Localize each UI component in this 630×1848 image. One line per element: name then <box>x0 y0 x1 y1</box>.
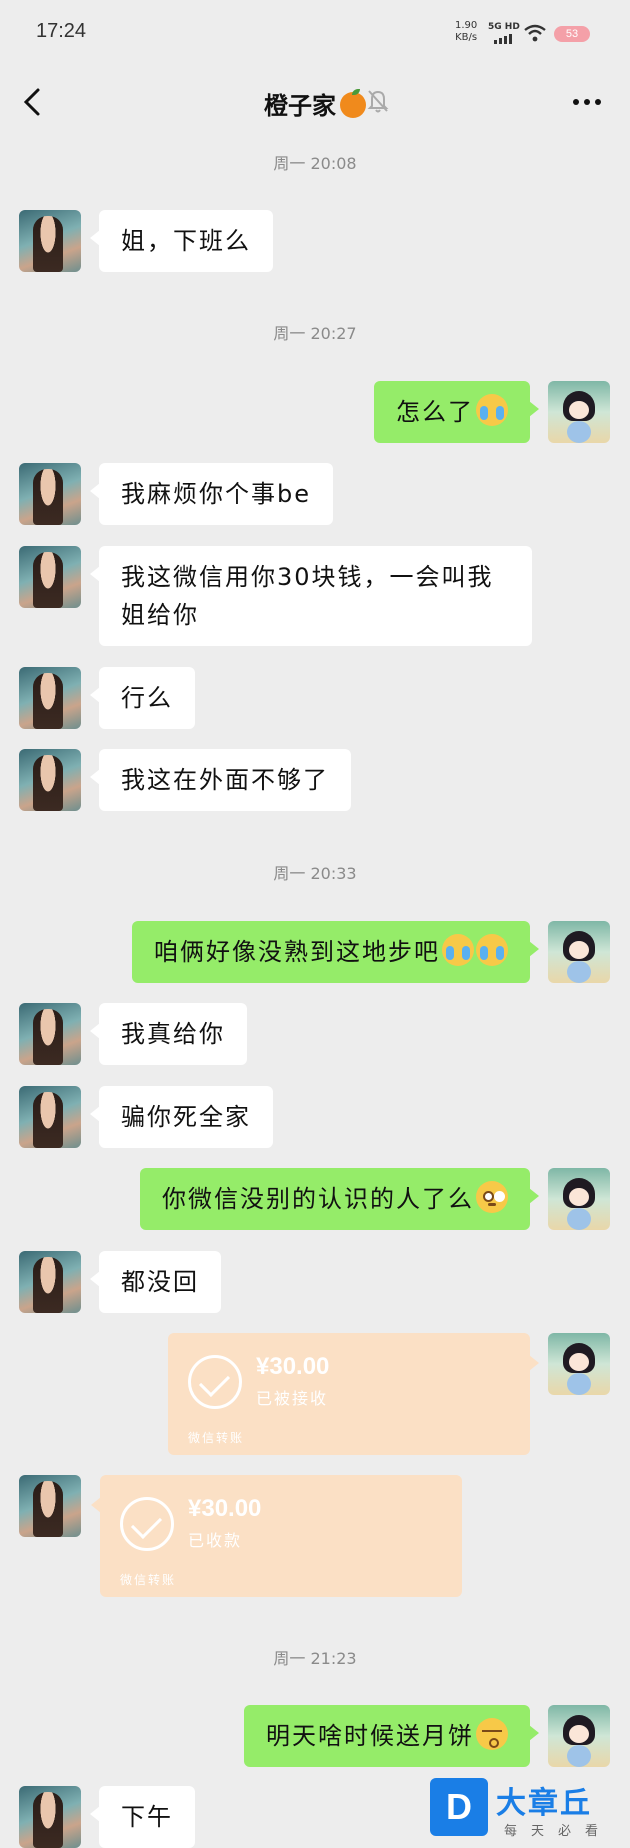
message-text: 我真给你 <box>121 1020 225 1048</box>
transfer-card-outgoing[interactable]: ¥30.00 已被接收 微信转账 <box>168 1333 539 1455</box>
avatar-sender[interactable] <box>19 749 81 811</box>
avatar-sender[interactable] <box>19 546 81 608</box>
watermark: D 大章丘 每天必看 <box>430 1778 630 1848</box>
transfer-amount: ¥30.00 <box>188 1495 262 1522</box>
net-speed-value: 1.90 <box>455 20 478 31</box>
timestamp: 周一 21:23 <box>273 1649 357 1668</box>
transfer-footer: 微信转账 <box>120 1573 177 1587</box>
signal-icon <box>494 34 512 44</box>
watermark-name: 大章丘 <box>496 1786 592 1821</box>
message-bubble-outgoing[interactable]: 怎么了 <box>374 381 539 443</box>
message-text: 骗你死全家 <box>121 1103 251 1131</box>
cry-laugh-emoji-icon <box>476 934 508 966</box>
check-circle-icon <box>120 1497 174 1551</box>
message-bubble-incoming[interactable]: 下午 <box>90 1786 195 1848</box>
transfer-amount: ¥30.00 <box>256 1353 330 1380</box>
check-circle-icon <box>188 1355 242 1409</box>
chat-title-text: 橙子家 <box>264 92 336 120</box>
cry-laugh-emoji-icon <box>476 394 508 426</box>
avatar-sender[interactable] <box>19 1251 81 1313</box>
net-speed-unit: KB/s <box>455 32 478 43</box>
message-bubble-incoming[interactable]: 我麻烦你个事be <box>90 463 333 525</box>
battery-icon: 53 <box>554 26 590 42</box>
net-speed: 1.90 KB/s <box>455 20 477 44</box>
message-text: 我这在外面不够了 <box>121 766 329 794</box>
avatar-self[interactable] <box>548 1333 610 1395</box>
message-text: 怎么了 <box>396 398 474 426</box>
avatar-sender[interactable] <box>19 1086 81 1148</box>
avatar-self[interactable] <box>548 1168 610 1230</box>
message-text: 咱俩好像没熟到这地步吧 <box>154 938 440 966</box>
kiss-emoji-icon <box>476 1718 508 1750</box>
message-text: 都没回 <box>121 1268 199 1296</box>
avatar-self[interactable] <box>548 1705 610 1767</box>
avatar-sender[interactable] <box>19 1003 81 1065</box>
message-text: 下午 <box>121 1803 173 1831</box>
message-bubble-incoming[interactable]: 我这微信用你30块钱，一会叫我姐给你 <box>90 546 532 646</box>
timestamp: 周一 20:33 <box>273 864 357 883</box>
status-bar: 17:24 1.90 KB/s 5G HD 53 <box>0 0 630 66</box>
network-type: 5G HD <box>488 22 520 32</box>
chat-title: 橙子家 <box>0 86 630 121</box>
avatar-sender[interactable] <box>19 463 81 525</box>
message-bubble-incoming[interactable]: 我真给你 <box>90 1003 247 1065</box>
avatar-sender[interactable] <box>19 667 81 729</box>
orange-emoji-icon <box>340 89 366 118</box>
message-bubble-incoming[interactable]: 行么 <box>90 667 195 729</box>
watermark-logo: D <box>430 1778 488 1836</box>
avatar-sender[interactable] <box>19 210 81 272</box>
transfer-footer: 微信转账 <box>188 1431 245 1445</box>
more-icon[interactable] <box>572 98 602 106</box>
dazed-emoji-icon <box>476 1181 508 1213</box>
message-text: 明天啥时候送月饼 <box>266 1722 474 1750</box>
message-bubble-incoming[interactable]: 姐，下班么 <box>90 210 273 272</box>
status-time: 17:24 <box>36 20 87 42</box>
transfer-status: 已被接收 <box>256 1389 329 1408</box>
message-text: 我这微信用你30块钱，一会叫我姐给你 <box>121 563 494 629</box>
transfer-card-incoming[interactable]: ¥30.00 已收款 微信转账 <box>91 1475 462 1597</box>
wifi-icon <box>524 24 546 42</box>
message-bubble-outgoing[interactable]: 你微信没别的认识的人了么 <box>140 1168 539 1230</box>
chat-header: 橙子家 <box>0 66 630 136</box>
avatar-sender[interactable] <box>19 1475 81 1537</box>
message-bubble-incoming[interactable]: 骗你死全家 <box>90 1086 273 1148</box>
cry-laugh-emoji-icon <box>442 934 474 966</box>
avatar-self[interactable] <box>548 921 610 983</box>
avatar-sender[interactable] <box>19 1786 81 1848</box>
timestamp: 周一 20:08 <box>273 154 357 173</box>
avatar-self[interactable] <box>548 381 610 443</box>
message-bubble-incoming[interactable]: 我这在外面不够了 <box>90 749 351 811</box>
message-text: 我麻烦你个事be <box>121 480 311 508</box>
watermark-slogan: 每天必看 <box>504 1824 613 1839</box>
message-bubble-outgoing[interactable]: 咱俩好像没熟到这地步吧 <box>132 921 539 983</box>
transfer-status: 已收款 <box>188 1531 243 1550</box>
message-bubble-outgoing[interactable]: 明天啥时候送月饼 <box>244 1705 539 1767</box>
message-bubble-incoming[interactable]: 都没回 <box>90 1251 221 1313</box>
message-text: 行么 <box>121 684 173 712</box>
timestamp: 周一 20:27 <box>273 324 357 343</box>
message-text: 你微信没别的认识的人了么 <box>162 1185 474 1213</box>
mute-bell-icon <box>367 90 389 113</box>
message-text: 姐，下班么 <box>121 227 251 255</box>
